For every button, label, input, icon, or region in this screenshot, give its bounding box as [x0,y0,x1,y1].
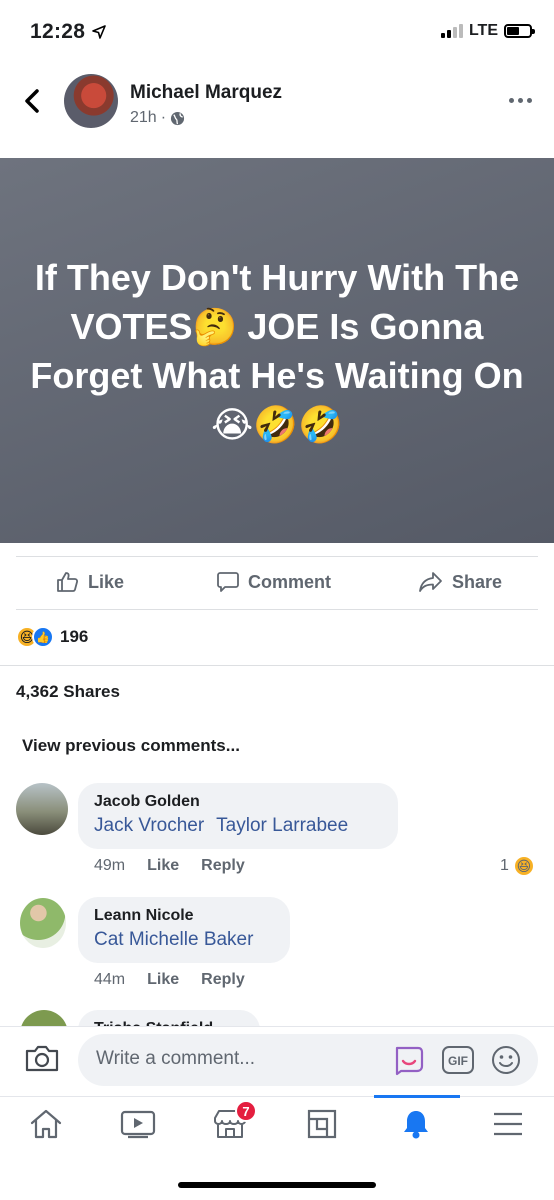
emoji-icon[interactable] [490,1044,522,1076]
back-arrow-icon[interactable] [22,88,44,114]
comment-reply-button[interactable]: Reply [201,857,245,875]
tagged-user-link[interactable]: Jack Vrocher [94,815,204,837]
menu-icon[interactable] [488,1104,528,1144]
active-tab-indicator [374,1095,460,1098]
comment-button[interactable]: Comment [216,570,331,594]
comment-bubble: Jacob Golden Jack Vrocher Taylor Larrabe… [78,783,398,849]
like-badge-icon: 👍 [32,626,54,648]
avatar-sticker-icon[interactable] [392,1044,426,1076]
marketplace-badge: 7 [235,1100,257,1122]
like-label: Like [88,571,125,592]
home-icon[interactable] [26,1104,66,1144]
divider [0,665,554,666]
comment-label: Comment [248,571,332,592]
gif-icon[interactable]: GIF [441,1045,475,1075]
comment-footer: 44m Like Reply [94,971,245,989]
view-previous-comments-link[interactable]: View previous comments... [22,736,240,756]
pages-icon[interactable] [302,1104,342,1144]
comment-input-placeholder: Write a comment... [96,1048,256,1069]
thumbs-up-icon [57,572,79,592]
share-button[interactable]: Share [418,570,502,594]
comment-like-button[interactable]: Like [147,857,179,875]
comment-time: 44m [94,971,126,988]
divider [16,609,538,610]
location-arrow-icon [92,25,106,39]
watch-video-icon[interactable] [118,1104,158,1144]
notifications-bell-icon[interactable] [396,1104,436,1144]
commenter-name[interactable]: Jacob Golden [94,793,382,811]
haha-emoji-icon: 😆 [512,855,535,877]
reactions-summary[interactable]: 😆 👍 196 [16,626,88,648]
comment-bubble: Leann Nicole Cat Michelle Baker [78,897,290,963]
comment-footer: 49m Like Reply [94,857,245,875]
comment-reaction-count: 1 [500,857,509,874]
post-text: If They Don't Hurry With The VOTES🤔 JOE … [30,256,524,445]
like-button[interactable]: Like [56,570,124,594]
home-indicator [178,1182,376,1188]
post-meta: 21h · [130,109,185,127]
status-time: 12:28 [30,20,86,43]
commenter-avatar[interactable] [20,898,66,948]
post-author[interactable]: Michael Marquez [130,82,282,104]
post-banner: If They Don't Hurry With The VOTES🤔 JOE … [0,158,554,543]
commenter-avatar[interactable] [16,783,68,835]
post-time[interactable]: 21h [130,109,157,127]
svg-text:GIF: GIF [448,1054,468,1068]
shares-count[interactable]: 4,362 Shares [16,682,120,702]
author-avatar[interactable] [64,74,118,128]
reaction-count: 196 [60,627,89,646]
network-label: LTE [468,22,498,39]
comment-icon [217,572,239,592]
camera-icon[interactable] [24,1043,60,1073]
commenter-name[interactable]: Leann Nicole [94,907,274,925]
tagged-user-link[interactable]: Cat Michelle Baker [94,929,253,951]
more-options-icon[interactable] [509,98,532,103]
share-arrow-icon [419,572,442,592]
comment-reply-button[interactable]: Reply [201,971,245,989]
battery-icon [504,24,535,38]
status-indicators: LTE [440,22,535,40]
comment-like-button[interactable]: Like [147,971,179,989]
signal-icon [440,24,463,38]
share-label: Share [452,571,503,592]
tagged-user-link[interactable]: Taylor Larrabee [216,815,348,837]
divider [16,556,538,557]
globe-icon [170,111,185,125]
comment-reactions[interactable]: 1 😆 [500,855,535,877]
comment-time: 49m [94,857,126,874]
